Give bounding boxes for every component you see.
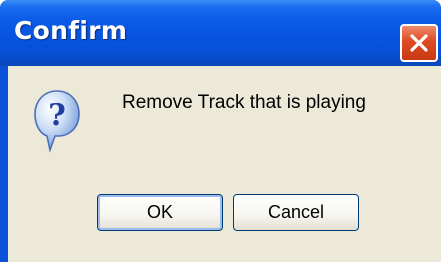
ok-button[interactable]: OK xyxy=(97,194,223,231)
confirm-dialog: Confirm ? Remove Track that is playing O… xyxy=(0,0,441,262)
dialog-message: Remove Track that is playing xyxy=(122,92,366,113)
svg-text:?: ? xyxy=(48,98,66,133)
close-button[interactable] xyxy=(400,24,438,62)
dialog-title: Confirm xyxy=(14,16,128,45)
title-bar[interactable]: Confirm xyxy=(0,0,441,66)
dialog-body: ? Remove Track that is playing OK Cancel xyxy=(8,66,441,262)
question-icon: ? xyxy=(32,88,82,158)
close-icon xyxy=(408,32,430,54)
cancel-button[interactable]: Cancel xyxy=(233,194,359,231)
